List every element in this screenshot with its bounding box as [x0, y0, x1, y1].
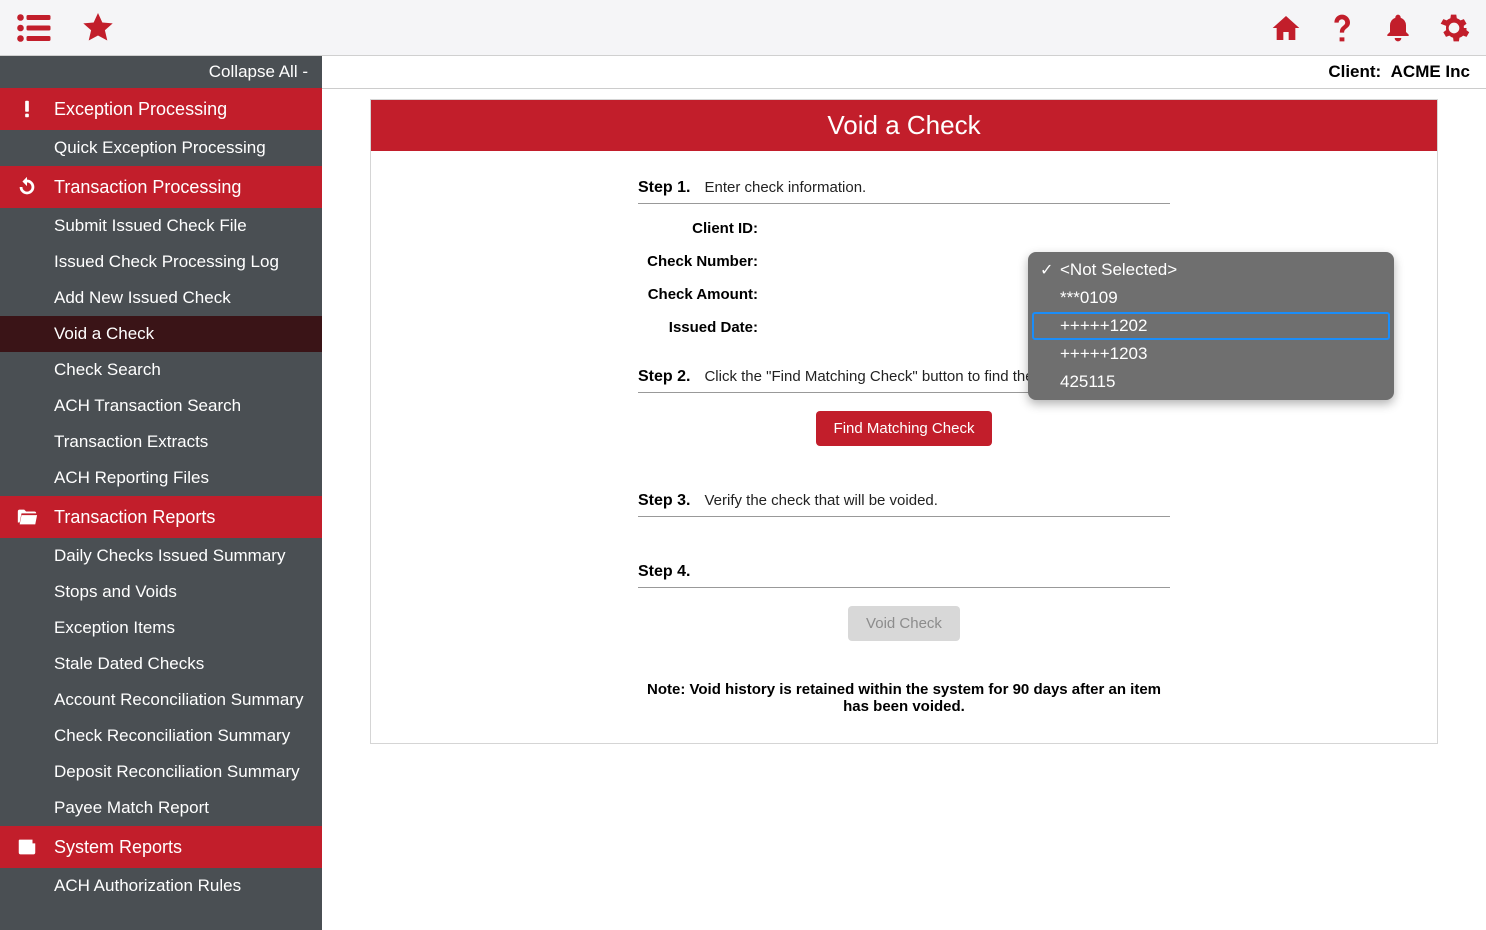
nav-item-stops-and-voids[interactable]: Stops and Voids	[0, 574, 322, 610]
home-icon[interactable]	[1270, 12, 1302, 44]
nav-item-add-new-issued-check[interactable]: Add New Issued Check	[0, 280, 322, 316]
void-note: Note: Void history is retained within th…	[638, 681, 1170, 715]
dropdown-option[interactable]: 425115	[1032, 368, 1390, 396]
dropdown-option[interactable]: +++++1202	[1032, 312, 1390, 340]
step-3-text: Verify the check that will be voided.	[704, 492, 937, 509]
topbar	[0, 0, 1486, 56]
nav-item-exception-items[interactable]: Exception Items	[0, 610, 322, 646]
dropdown-option[interactable]: <Not Selected>	[1032, 256, 1390, 284]
client-id-label: Client ID:	[638, 218, 758, 237]
gear-icon[interactable]	[1438, 12, 1470, 44]
menu-list-icon[interactable]	[16, 10, 52, 46]
dropdown-option[interactable]: ***0109	[1032, 284, 1390, 312]
nav-item-account-reconciliation-summary[interactable]: Account Reconciliation Summary	[0, 682, 322, 718]
nav-item-check-reconciliation-summary[interactable]: Check Reconciliation Summary	[0, 718, 322, 754]
client-bar: Client: ACME Inc	[322, 56, 1486, 89]
nav-section-exception-processing[interactable]: Exception Processing	[0, 88, 322, 130]
void-check-panel: Void a Check Step 1. Enter check informa…	[370, 99, 1438, 744]
collapse-all[interactable]: Collapse All -	[0, 56, 322, 88]
panel-title: Void a Check	[371, 100, 1437, 151]
step-4-label: Step 4.	[638, 563, 690, 581]
nav-item-daily-checks-issued-summary[interactable]: Daily Checks Issued Summary	[0, 538, 322, 574]
check-number-label: Check Number:	[638, 251, 758, 270]
client-id-dropdown[interactable]: <Not Selected>***0109+++++1202+++++12034…	[1028, 252, 1394, 400]
nav-item-transaction-extracts[interactable]: Transaction Extracts	[0, 424, 322, 460]
find-matching-check-button[interactable]: Find Matching Check	[816, 411, 993, 446]
nav-item-deposit-reconciliation-summary[interactable]: Deposit Reconciliation Summary	[0, 754, 322, 790]
step-1: Step 1. Enter check information.	[638, 173, 1170, 204]
check-amount-label: Check Amount:	[638, 284, 758, 303]
step-3: Step 3. Verify the check that will be vo…	[638, 486, 1170, 517]
nav-item-stale-dated-checks[interactable]: Stale Dated Checks	[0, 646, 322, 682]
nav-item-payee-match-report[interactable]: Payee Match Report	[0, 790, 322, 826]
step-2-text: Click the "Find Matching Check" button t…	[704, 368, 1081, 385]
step-4: Step 4.	[638, 557, 1170, 588]
step-2-label: Step 2.	[638, 368, 690, 386]
nav-item-submit-issued-check-file[interactable]: Submit Issued Check File	[0, 208, 322, 244]
nav-section-transaction-reports[interactable]: Transaction Reports	[0, 496, 322, 538]
client-label: Client:	[1328, 62, 1381, 81]
dropdown-option[interactable]: +++++1203	[1032, 340, 1390, 368]
help-icon[interactable]	[1326, 12, 1358, 44]
nav-section-transaction-processing[interactable]: Transaction Processing	[0, 166, 322, 208]
nav-item-quick-exception-processing[interactable]: Quick Exception Processing	[0, 130, 322, 166]
nav-item-check-search[interactable]: Check Search	[0, 352, 322, 388]
nav-item-ach-reporting-files[interactable]: ACH Reporting Files	[0, 460, 322, 496]
nav-section-system-reports[interactable]: System Reports	[0, 826, 322, 868]
issued-date-label: Issued Date:	[638, 317, 758, 336]
nav-item-void-a-check[interactable]: Void a Check	[0, 316, 322, 352]
nav-item-ach-authorization-rules[interactable]: ACH Authorization Rules	[0, 868, 322, 904]
client-id-select[interactable]	[768, 218, 1170, 237]
step-3-label: Step 3.	[638, 492, 690, 510]
content: Client: ACME Inc Void a Check Step 1. En…	[322, 56, 1486, 930]
nav-item-ach-transaction-search[interactable]: ACH Transaction Search	[0, 388, 322, 424]
star-icon[interactable]	[80, 10, 116, 46]
void-check-button: Void Check	[848, 606, 960, 641]
sidebar: Collapse All - Exception ProcessingQuick…	[0, 56, 322, 930]
client-name: ACME Inc	[1391, 62, 1470, 81]
bell-icon[interactable]	[1382, 12, 1414, 44]
step-1-label: Step 1.	[638, 179, 690, 197]
nav-item-issued-check-processing-log[interactable]: Issued Check Processing Log	[0, 244, 322, 280]
step-1-text: Enter check information.	[704, 179, 866, 196]
